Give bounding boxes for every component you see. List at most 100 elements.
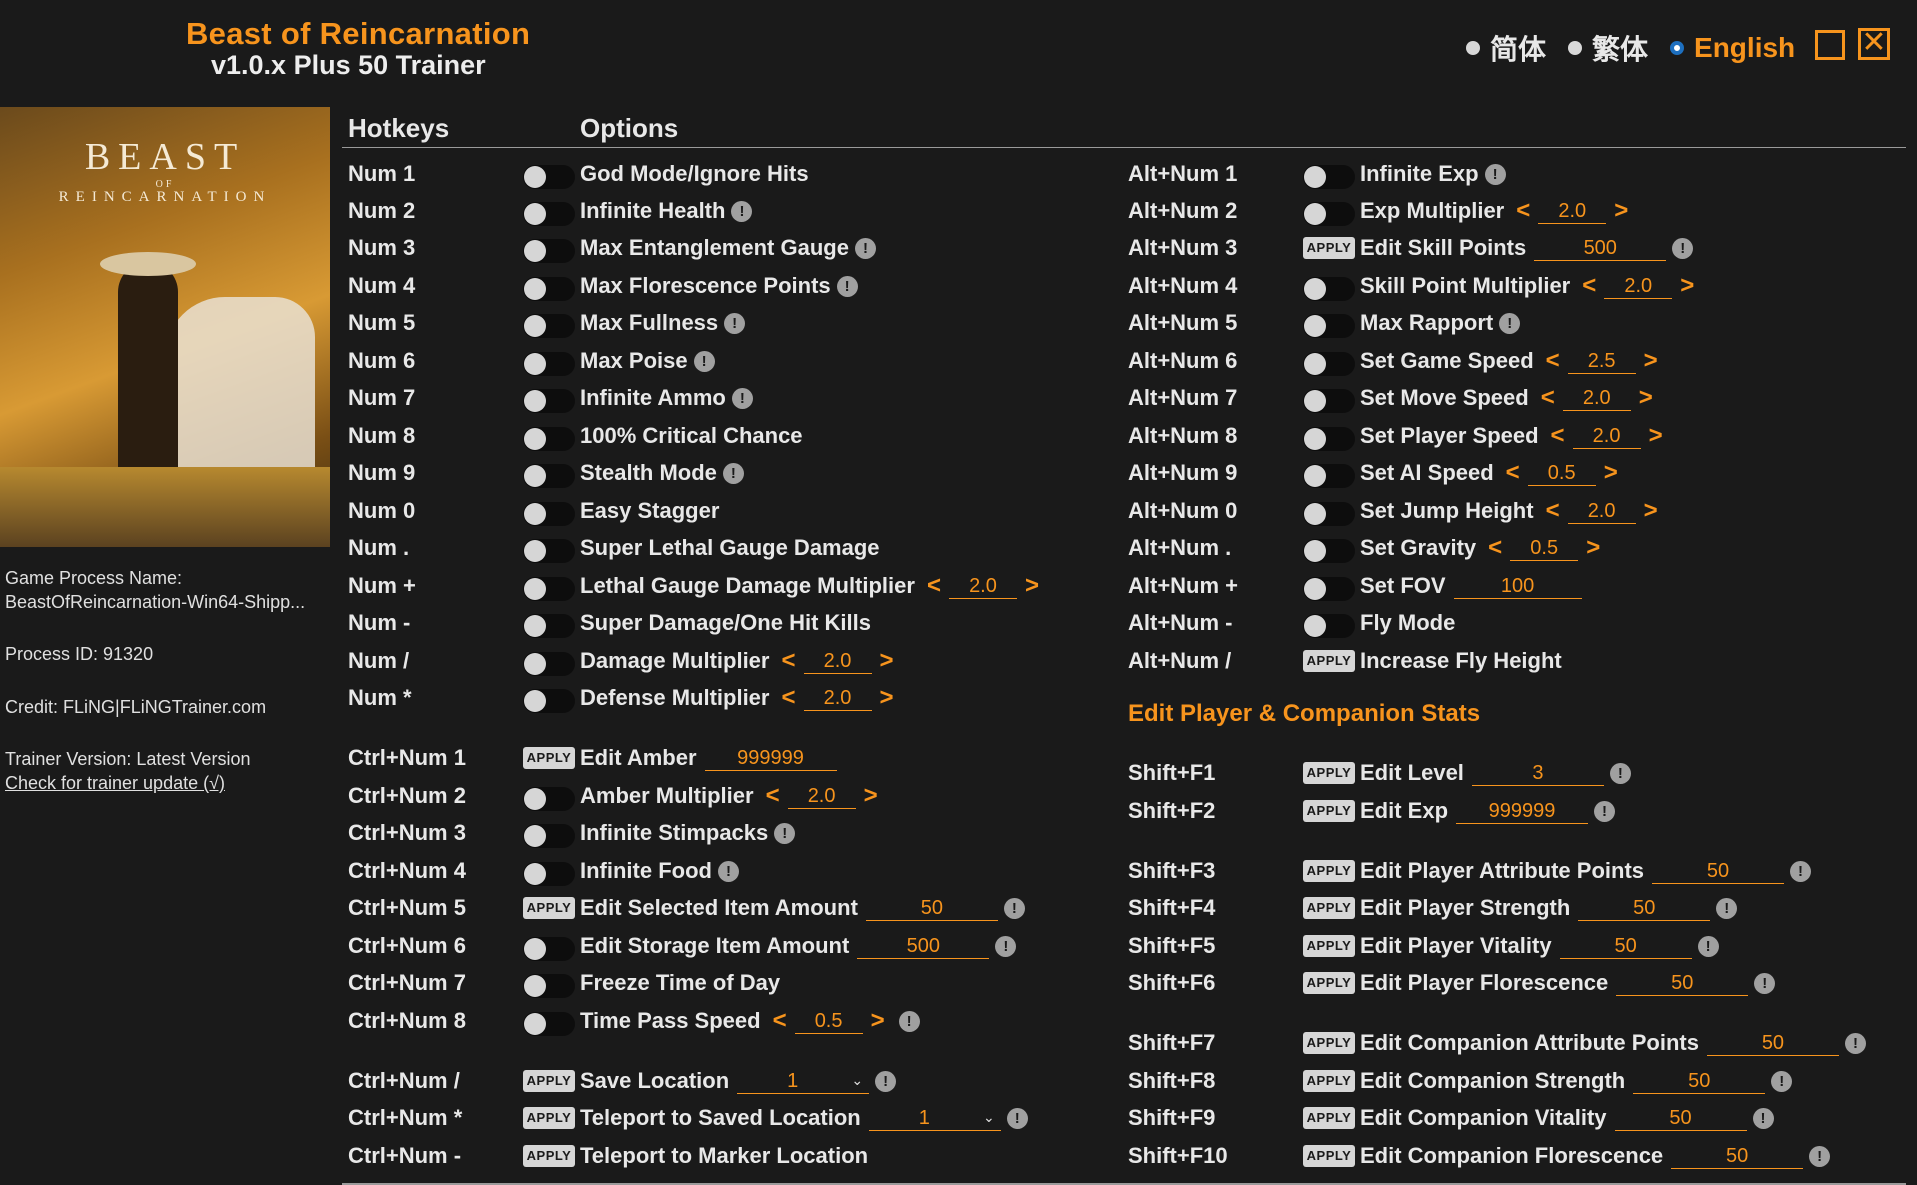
stepper-value[interactable]: 2.0 xyxy=(1567,499,1636,524)
value-input[interactable]: 50 xyxy=(1616,971,1749,996)
info-icon[interactable]: ! xyxy=(1790,860,1812,882)
info-icon[interactable]: ! xyxy=(1484,163,1506,185)
apply-button[interactable]: APPLY xyxy=(1303,860,1355,882)
decrease-arrow[interactable]: < xyxy=(1506,458,1520,488)
decrease-arrow[interactable]: < xyxy=(781,683,795,713)
toggle-switch[interactable] xyxy=(523,239,575,263)
value-input[interactable]: 500 xyxy=(857,934,990,959)
info-icon[interactable]: ! xyxy=(875,1070,897,1092)
toggle-switch[interactable] xyxy=(1303,464,1355,488)
toggle-switch[interactable] xyxy=(523,614,575,638)
toggle-switch[interactable] xyxy=(523,862,575,886)
apply-button[interactable]: APPLY xyxy=(523,1070,575,1092)
increase-arrow[interactable]: > xyxy=(880,646,894,676)
toggle-switch[interactable] xyxy=(523,314,575,338)
increase-arrow[interactable]: > xyxy=(1586,533,1600,563)
apply-button[interactable]: APPLY xyxy=(1303,800,1355,822)
stepper-value[interactable]: 0.5 xyxy=(1510,536,1579,561)
value-input[interactable]: 500 xyxy=(1534,236,1667,261)
apply-button[interactable]: APPLY xyxy=(1303,1070,1355,1092)
info-icon[interactable]: ! xyxy=(1752,1107,1774,1129)
toggle-switch[interactable] xyxy=(523,165,575,189)
stepper-value[interactable]: 2.0 xyxy=(803,649,872,674)
stepper-value[interactable]: 0.5 xyxy=(1527,461,1596,486)
toggle-switch[interactable] xyxy=(523,937,575,961)
info-icon[interactable]: ! xyxy=(1594,800,1616,822)
apply-button[interactable]: APPLY xyxy=(1303,897,1355,919)
lang-option-english[interactable]: English xyxy=(1670,32,1795,64)
toggle-switch[interactable] xyxy=(523,427,575,451)
decrease-arrow[interactable]: < xyxy=(1516,196,1530,226)
info-icon[interactable]: ! xyxy=(731,200,753,222)
decrease-arrow[interactable]: < xyxy=(1551,421,1565,451)
stepper-value[interactable]: 2.0 xyxy=(948,574,1017,599)
toggle-switch[interactable] xyxy=(523,974,575,998)
value-input[interactable]: 50 xyxy=(1578,896,1711,921)
info-icon[interactable]: ! xyxy=(1672,237,1694,259)
toggle-switch[interactable] xyxy=(1303,389,1355,413)
decrease-arrow[interactable]: < xyxy=(781,646,795,676)
info-icon[interactable]: ! xyxy=(995,935,1017,957)
apply-button[interactable]: APPLY xyxy=(523,1107,575,1129)
increase-arrow[interactable]: > xyxy=(1614,196,1628,226)
info-icon[interactable]: ! xyxy=(693,350,715,372)
apply-button[interactable]: APPLY xyxy=(1303,972,1355,994)
info-icon[interactable]: ! xyxy=(1809,1145,1831,1167)
info-icon[interactable]: ! xyxy=(774,822,796,844)
info-icon[interactable]: ! xyxy=(1771,1070,1793,1092)
apply-button[interactable]: APPLY xyxy=(523,1145,575,1167)
value-input[interactable]: 3 xyxy=(1471,761,1604,786)
toggle-switch[interactable] xyxy=(523,202,575,226)
info-icon[interactable]: ! xyxy=(1754,972,1776,994)
toggle-switch[interactable] xyxy=(523,277,575,301)
info-icon[interactable]: ! xyxy=(1697,935,1719,957)
apply-button[interactable]: APPLY xyxy=(1303,762,1355,784)
apply-button[interactable]: APPLY xyxy=(1303,650,1355,672)
value-input[interactable]: 50 xyxy=(865,896,998,921)
info-icon[interactable]: ! xyxy=(836,275,858,297)
decrease-arrow[interactable]: < xyxy=(766,781,780,811)
info-icon[interactable]: ! xyxy=(731,387,753,409)
stepper-value[interactable]: 2.5 xyxy=(1567,349,1636,374)
toggle-switch[interactable] xyxy=(523,824,575,848)
decrease-arrow[interactable]: < xyxy=(1541,383,1555,413)
toggle-switch[interactable] xyxy=(1303,165,1355,189)
lang-option-traditional[interactable]: 繁体 xyxy=(1568,28,1648,68)
radio-selected-icon[interactable] xyxy=(1670,41,1685,55)
decrease-arrow[interactable]: < xyxy=(773,1006,787,1036)
apply-button[interactable]: APPLY xyxy=(523,747,575,769)
decrease-arrow[interactable]: < xyxy=(1582,271,1596,301)
info-icon[interactable]: ! xyxy=(717,860,739,882)
info-icon[interactable]: ! xyxy=(1609,762,1631,784)
toggle-switch[interactable] xyxy=(523,652,575,676)
increase-arrow[interactable]: > xyxy=(1680,271,1694,301)
toggle-switch[interactable] xyxy=(523,389,575,413)
info-icon[interactable]: ! xyxy=(1844,1032,1866,1054)
info-icon[interactable]: ! xyxy=(722,462,744,484)
stepper-value[interactable]: 2.0 xyxy=(1572,424,1641,449)
location-dropdown[interactable]: 1 ⌄ xyxy=(868,1106,1001,1131)
info-icon[interactable]: ! xyxy=(1499,312,1521,334)
apply-button[interactable]: APPLY xyxy=(1303,935,1355,957)
increase-arrow[interactable]: > xyxy=(864,781,878,811)
toggle-switch[interactable] xyxy=(523,787,575,811)
decrease-arrow[interactable]: < xyxy=(927,571,941,601)
value-input[interactable]: 50 xyxy=(1671,1144,1804,1169)
toggle-switch[interactable] xyxy=(523,352,575,376)
toggle-switch[interactable] xyxy=(523,464,575,488)
toggle-switch[interactable] xyxy=(1303,352,1355,376)
info-icon[interactable]: ! xyxy=(898,1010,920,1032)
increase-arrow[interactable]: > xyxy=(1025,571,1039,601)
stepper-value[interactable]: 2.0 xyxy=(1562,386,1631,411)
increase-arrow[interactable]: > xyxy=(1649,421,1663,451)
value-input[interactable]: 50 xyxy=(1614,1106,1747,1131)
minimize-button[interactable] xyxy=(1815,30,1845,60)
location-dropdown[interactable]: 1 ⌄ xyxy=(737,1069,870,1094)
decrease-arrow[interactable]: < xyxy=(1546,346,1560,376)
increase-arrow[interactable]: > xyxy=(1639,383,1653,413)
apply-button[interactable]: APPLY xyxy=(523,897,575,919)
increase-arrow[interactable]: > xyxy=(1644,346,1658,376)
increase-arrow[interactable]: > xyxy=(880,683,894,713)
toggle-switch[interactable] xyxy=(1303,277,1355,301)
stepper-value[interactable]: 0.5 xyxy=(794,1009,863,1034)
